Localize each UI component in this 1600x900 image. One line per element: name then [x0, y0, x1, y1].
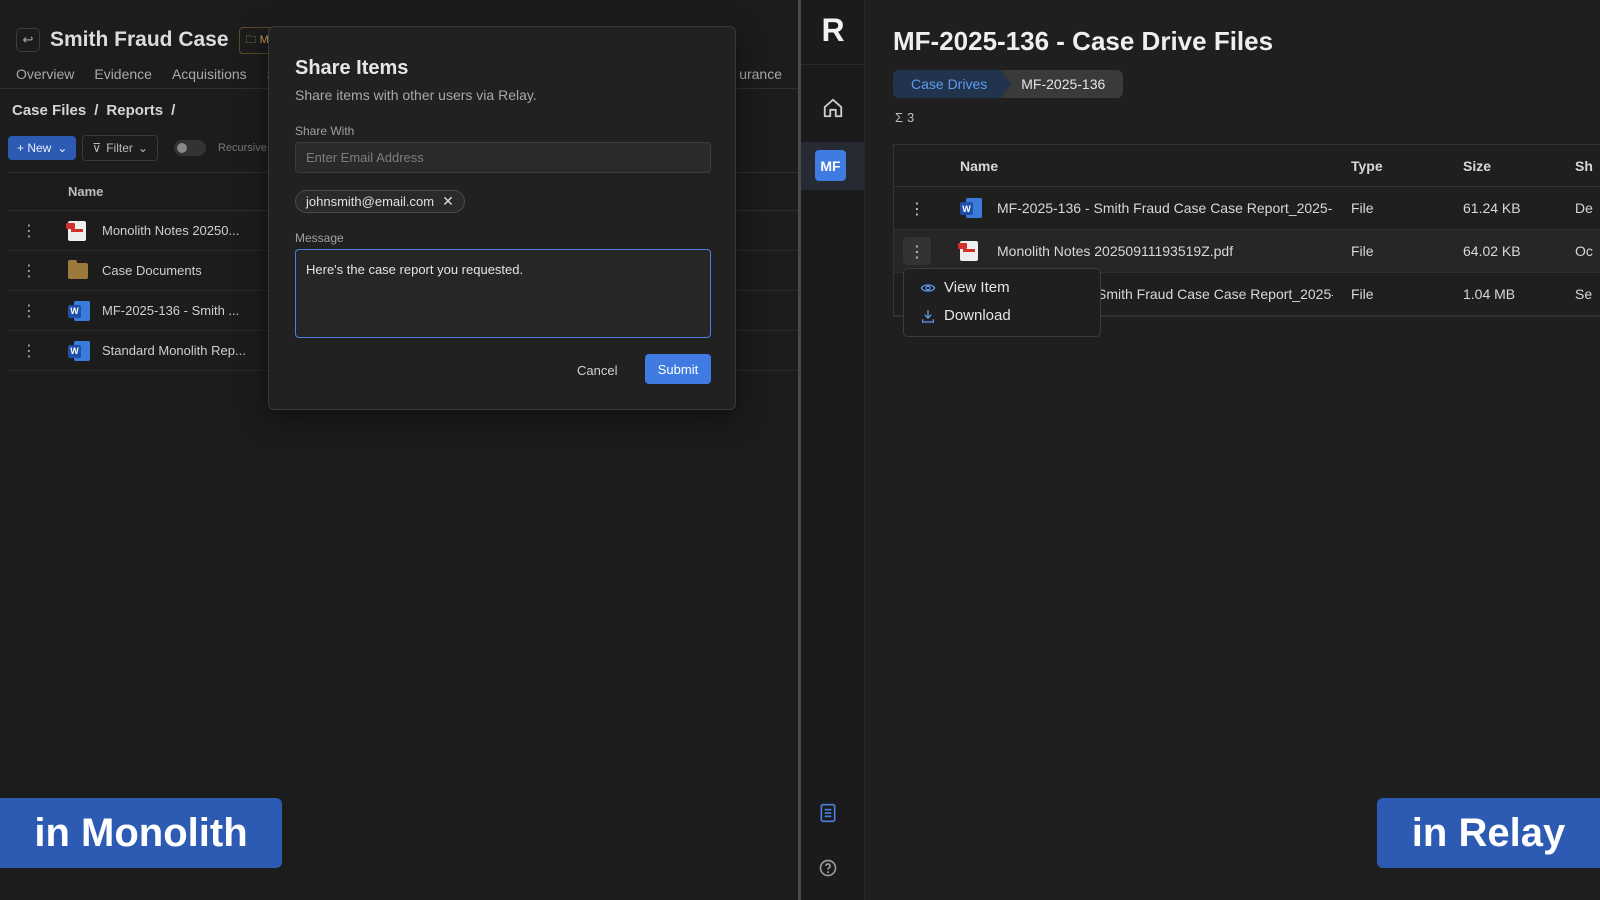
chevron-down-icon: ⌄ — [137, 141, 148, 155]
dialog-subtitle: Share items with other users via Relay. — [295, 87, 537, 103]
relay-logo[interactable]: R — [801, 12, 865, 49]
cancel-button[interactable]: Cancel — [567, 355, 627, 385]
file-type: File — [1351, 243, 1374, 259]
caption-in-relay: in Relay — [1377, 798, 1600, 868]
eye-icon — [920, 283, 936, 292]
breadcrumb-current-drive: MF-2025-136 — [1001, 70, 1124, 98]
tab-evidence[interactable]: Evidence — [94, 66, 152, 88]
case-title: Smith Fraud Case — [50, 28, 229, 51]
recipient-chip: johnsmith@email.com ✕ — [295, 190, 465, 213]
row-actions-icon[interactable]: ⋮ — [8, 221, 50, 241]
file-type: File — [1351, 200, 1374, 216]
tab-insurance-partial[interactable]: urance — [739, 66, 782, 82]
column-header-name[interactable]: Name — [960, 158, 998, 174]
new-button-label: + New — [17, 141, 52, 155]
row-actions-icon[interactable]: ⋮ — [8, 341, 50, 361]
pdf-icon — [66, 220, 90, 241]
share-with-label: Share With — [295, 124, 355, 138]
file-size: 1.04 MB — [1463, 286, 1516, 302]
item-count: Σ 3 — [895, 110, 914, 125]
folder-icon — [68, 259, 90, 281]
recipient-email: johnsmith@email.com — [306, 194, 435, 209]
pdf-icon — [958, 241, 978, 261]
page-title: MF-2025-136 - Case Drive Files — [893, 26, 1274, 56]
document-list-icon[interactable] — [818, 803, 838, 823]
recursive-toggle[interactable] — [173, 140, 206, 156]
shared-cell: Oc — [1575, 243, 1593, 259]
message-label: Message — [295, 231, 344, 245]
share-items-dialog: Share Items Share items with other users… — [268, 26, 736, 410]
menu-item-view-label: View Item — [944, 279, 1010, 296]
breadcrumb-reports[interactable]: Reports — [106, 102, 163, 119]
file-name[interactable]: MF-2025-136 - Smith ... — [102, 303, 252, 318]
sum-icon: Σ — [895, 110, 904, 125]
file-size: 61.24 KB — [1463, 200, 1521, 216]
file-name[interactable]: Case Documents — [102, 263, 252, 278]
filter-button-label: Filter — [106, 141, 133, 155]
email-input[interactable] — [295, 142, 711, 173]
table-row[interactable]: ⋮ Monolith Notes 20250911193519Z.pdf Fil… — [894, 230, 1600, 273]
column-header-size[interactable]: Size — [1463, 158, 1491, 174]
breadcrumb: Case Files / Reports / — [12, 102, 175, 119]
caption-in-monolith: in Monolith — [0, 798, 282, 868]
message-textarea[interactable] — [295, 249, 711, 338]
item-count-value: 3 — [907, 110, 915, 125]
tab-overview[interactable]: Overview — [16, 66, 74, 88]
menu-item-view[interactable]: View Item — [920, 279, 1010, 296]
new-button[interactable]: + New ⌄ — [8, 136, 77, 160]
breadcrumb-separator: / — [94, 102, 99, 119]
back-button[interactable]: ↩ — [16, 28, 40, 52]
breadcrumb-separator: / — [171, 102, 176, 119]
breadcrumb: Case Drives MF-2025-136 — [893, 70, 1124, 98]
word-doc-icon: W — [68, 340, 90, 361]
filter-icon: ⊽ — [92, 141, 102, 155]
row-actions-icon[interactable]: ⋮ — [894, 230, 940, 273]
menu-item-download[interactable]: Download — [920, 307, 1011, 324]
workspace-badge[interactable]: MF — [815, 150, 846, 181]
row-actions-icon[interactable]: ⋮ — [8, 261, 50, 281]
home-icon[interactable] — [822, 97, 844, 119]
sidebar-item-workspace[interactable]: MF — [801, 142, 865, 190]
back-arrow-icon: ↩ — [22, 32, 34, 47]
tab-acquisitions[interactable]: Acquisitions — [172, 66, 247, 88]
file-size: 64.02 KB — [1463, 243, 1521, 259]
word-doc-icon: W — [960, 198, 982, 218]
remove-recipient-icon[interactable]: ✕ — [442, 193, 454, 210]
file-type: File — [1351, 286, 1374, 302]
breadcrumb-case-files[interactable]: Case Files — [12, 102, 86, 119]
shared-cell: De — [1575, 200, 1593, 216]
help-icon[interactable] — [818, 858, 838, 878]
case-header: ↩ Smith Fraud Case 🗀 MF — [16, 26, 283, 54]
dialog-title: Share Items — [295, 57, 409, 79]
download-icon — [922, 309, 934, 323]
file-name[interactable]: Monolith Notes 20250911193519Z.pdf — [997, 243, 1333, 259]
file-name[interactable]: MF-2025-136 - Smith Fraud Case Case Repo… — [997, 200, 1333, 216]
row-context-menu: View Item Download — [903, 268, 1101, 337]
relay-app: MF-2025-136 - Case Drive Files Case Driv… — [865, 0, 1600, 900]
menu-item-download-label: Download — [944, 307, 1011, 324]
file-name[interactable]: Standard Monolith Rep... — [102, 343, 252, 358]
table-header: Name Type Size Sh — [894, 145, 1600, 187]
recursive-toggle-label: Recursive — [217, 142, 267, 154]
sidebar-divider — [801, 64, 865, 65]
row-actions-icon[interactable]: ⋮ — [8, 301, 50, 321]
toolbar: + New ⌄ ⊽ Filter ⌄ Recursive — [8, 135, 267, 161]
column-header-shared[interactable]: Sh — [1575, 158, 1593, 174]
screen: ↩ Smith Fraud Case 🗀 MF Overview Evidenc… — [0, 0, 1600, 900]
filter-button[interactable]: ⊽ Filter ⌄ — [82, 135, 158, 161]
shared-cell: Se — [1575, 286, 1593, 302]
chevron-down-icon: ⌄ — [57, 141, 68, 155]
relay-sidebar: R MF — [801, 0, 865, 900]
file-name[interactable]: Monolith Notes 20250... — [102, 223, 252, 238]
column-header-type[interactable]: Type — [1351, 158, 1383, 174]
folder-icon: 🗀 — [245, 33, 257, 46]
monolith-app: ↩ Smith Fraud Case 🗀 MF Overview Evidenc… — [0, 0, 798, 900]
row-actions-icon[interactable]: ⋮ — [894, 187, 940, 230]
submit-button[interactable]: Submit — [645, 354, 711, 384]
column-header-name[interactable]: Name — [68, 184, 103, 199]
file-name[interactable]: Smith Fraud Case Case Report_2025- — [1097, 286, 1333, 302]
word-doc-icon: W — [68, 300, 90, 321]
table-row[interactable]: ⋮ W MF-2025-136 - Smith Fraud Case Case … — [894, 187, 1600, 230]
breadcrumb-case-drives[interactable]: Case Drives — [893, 70, 1012, 98]
